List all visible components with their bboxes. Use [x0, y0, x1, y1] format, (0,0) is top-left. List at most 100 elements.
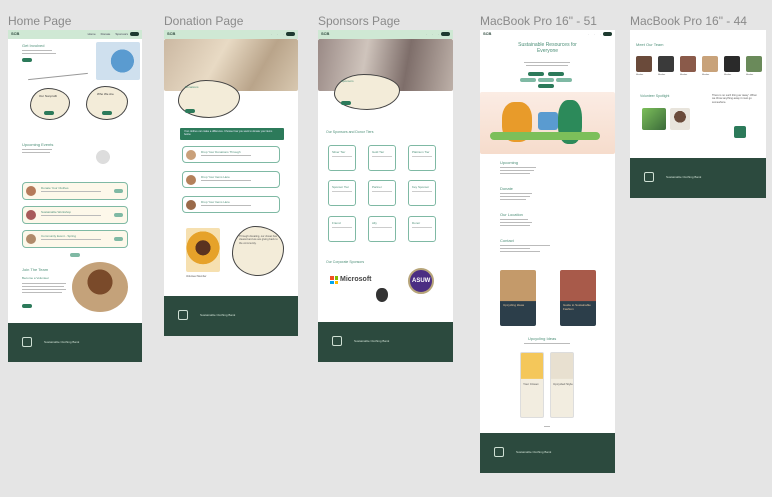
- team-photo[interactable]: [702, 56, 718, 72]
- logo[interactable]: SCB: [483, 31, 495, 38]
- donation-option-card[interactable]: Drop Your Items Here: [182, 171, 280, 188]
- frame-label-sponsors[interactable]: Sponsors Page: [318, 14, 400, 28]
- frame-label-home[interactable]: Home Page: [8, 14, 71, 28]
- event-button[interactable]: [114, 189, 123, 193]
- event-card[interactable]: Community Event - Spring: [22, 230, 128, 248]
- tier-card[interactable]: Gold Tier: [368, 145, 396, 171]
- nav-links: Home Donate Sponsors: [83, 32, 128, 36]
- more-events-button[interactable]: [70, 253, 80, 257]
- hero-button[interactable]: [520, 78, 536, 82]
- resource-card-2[interactable]: Guide to Sustainable Fashion: [560, 270, 596, 326]
- nav-links: · · ·: [426, 32, 439, 36]
- team-photo[interactable]: [680, 56, 696, 72]
- story-image: [642, 108, 666, 130]
- option-desc: [201, 155, 251, 156]
- team-photo[interactable]: [636, 56, 652, 72]
- event-card[interactable]: Sustainable Workshop: [22, 206, 128, 224]
- footer-logo[interactable]: [644, 172, 654, 182]
- frame-donation[interactable]: SCB · · · Donations Your clothes can make …: [164, 30, 298, 336]
- join-button[interactable]: [22, 304, 32, 308]
- nav-cta-button[interactable]: [286, 32, 295, 36]
- blob-button[interactable]: [44, 111, 54, 115]
- volunteer-image: [72, 262, 128, 312]
- tier-label: Key Sponsor: [412, 185, 430, 189]
- tier-label: Partner: [372, 185, 382, 189]
- footer-logo[interactable]: [332, 336, 342, 346]
- hero-button[interactable]: [548, 72, 564, 76]
- frame-label-macbook-44[interactable]: MacBook Pro 16" - 44: [630, 14, 747, 28]
- pagination[interactable]: [544, 426, 550, 427]
- footer-logo[interactable]: [22, 337, 32, 347]
- frame-macbook-44[interactable]: Meet Our Team Member Member Member Membe…: [630, 30, 766, 198]
- donation-option-card[interactable]: Drop Your Donations Through: [182, 146, 280, 163]
- join-text: [22, 292, 62, 293]
- nav-link[interactable]: Donate: [101, 32, 111, 36]
- event-card[interactable]: Donate Your Clothes: [22, 182, 128, 200]
- nav-cta-button[interactable]: [130, 32, 139, 36]
- tier-card[interactable]: Partner: [368, 180, 396, 206]
- footer-logo[interactable]: [494, 447, 504, 457]
- tier-label: Gold Tier: [372, 150, 385, 154]
- story-accent-box: [734, 126, 746, 138]
- frame-macbook-51[interactable]: SCB · · · Sustainable Resources for Everyo…: [480, 30, 615, 473]
- nav-cta-button[interactable]: [441, 32, 450, 36]
- tier-card[interactable]: Silver Tier: [328, 145, 356, 171]
- book-card-2[interactable]: Upcycled Style: [550, 352, 574, 418]
- nav-bar: SCB · · ·: [480, 30, 615, 39]
- tier-card[interactable]: Ally: [368, 216, 396, 242]
- donation-option-card[interactable]: Drop Your Items Here: [182, 196, 280, 213]
- hero-button[interactable]: [538, 78, 554, 82]
- hero-button[interactable]: [556, 78, 572, 82]
- microsoft-logo-icon: [330, 276, 338, 284]
- team-photo[interactable]: [724, 56, 740, 72]
- team-photo[interactable]: [746, 56, 762, 72]
- tier-card[interactable]: Sponsor Tier: [328, 180, 356, 206]
- hero-illustration: [480, 92, 615, 154]
- events-section-title: Upcoming: [500, 160, 519, 165]
- resource-card-1[interactable]: Upcycling Ideas: [500, 270, 536, 326]
- frame-label-macbook-51[interactable]: MacBook Pro 16" - 51: [480, 14, 597, 28]
- resource-title: Guide to Sustainable Fashion: [563, 303, 591, 311]
- logos-title: Our Corporate Sponsors: [326, 260, 365, 264]
- blob-button[interactable]: [102, 111, 112, 115]
- tier-label: Silver Tier: [332, 150, 346, 154]
- option-desc: [201, 180, 251, 181]
- tier-card[interactable]: Donor: [408, 216, 436, 242]
- footer-logo[interactable]: [178, 310, 188, 320]
- frame-label-donation[interactable]: Donation Page: [164, 14, 243, 28]
- blob-title: Our Nonprofit: [39, 94, 58, 98]
- frame-home[interactable]: SCB Home Donate Sponsors Get Involved Our …: [8, 30, 142, 362]
- hero-button[interactable]: [538, 84, 554, 88]
- team-photo[interactable]: [658, 56, 674, 72]
- logo[interactable]: SCB: [11, 31, 23, 38]
- frame-sponsors[interactable]: SCB · · · Sponsors Our Sponsors and Donor …: [318, 30, 453, 362]
- logo[interactable]: SCB: [167, 31, 179, 38]
- tier-card[interactable]: Key Sponsor: [408, 180, 436, 206]
- intro-button[interactable]: [185, 109, 195, 113]
- nav-link[interactable]: Home: [88, 32, 96, 36]
- nav-bar: SCB Home Donate Sponsors: [8, 30, 142, 39]
- contact-section-title: Contact: [500, 238, 514, 243]
- section-text: [500, 167, 536, 168]
- event-button[interactable]: [114, 237, 123, 241]
- section-text: [500, 170, 534, 171]
- nav-link[interactable]: Sponsors: [115, 32, 128, 36]
- book-card-1[interactable]: Your Closet: [520, 352, 544, 418]
- tier-label: Platinum Tier: [412, 150, 430, 154]
- donate-section-title: Donate: [500, 186, 513, 191]
- section-text: [500, 245, 550, 246]
- hero-button[interactable]: [528, 72, 544, 76]
- tier-card[interactable]: Platinum Tier: [408, 145, 436, 171]
- event-title: Sustainable Workshop: [41, 210, 71, 214]
- tier-card[interactable]: Friend: [328, 216, 356, 242]
- blob-title: Who We Are: [97, 92, 114, 96]
- donation-intro-blob: Donations: [178, 80, 240, 118]
- nav-cta-button[interactable]: [603, 32, 612, 36]
- hero-text: [22, 53, 56, 54]
- intro-button[interactable]: [341, 101, 351, 105]
- hero-button[interactable]: [22, 58, 32, 62]
- logo[interactable]: SCB: [321, 31, 333, 38]
- section-text: [500, 193, 532, 194]
- asuw-logo-text: ASUW: [412, 278, 431, 284]
- event-button[interactable]: [114, 213, 123, 217]
